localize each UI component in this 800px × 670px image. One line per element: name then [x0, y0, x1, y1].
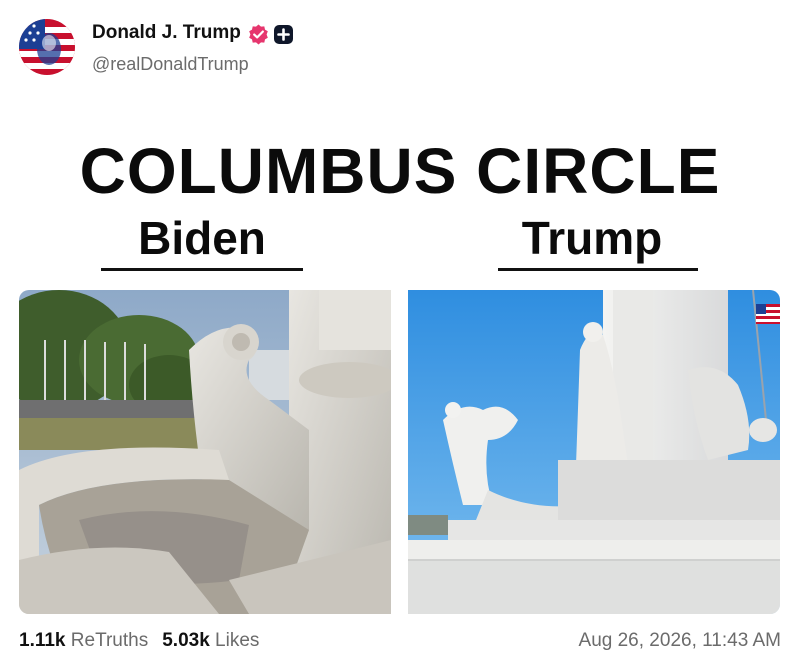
left-label-underline: [101, 268, 303, 271]
post-headline: COLUMBUS CIRCLE: [79, 135, 721, 207]
plus-badge-icon: [273, 24, 294, 50]
right-label-underline: [498, 268, 698, 271]
right-column-label: Trump: [521, 212, 663, 264]
retruths-label: ReTruths: [70, 630, 149, 651]
right-photo-restored-fountain[interactable]: [408, 290, 780, 614]
retruths-link[interactable]: 1.11k ReTruths: [19, 630, 148, 651]
likes-label: Likes: [215, 630, 260, 651]
author-name[interactable]: Donald J. Trump: [92, 22, 241, 44]
post-stats: 1.11k ReTruths 5.03k Likes: [19, 630, 259, 652]
left-column-label: Biden: [138, 212, 266, 264]
author-handle[interactable]: @realDonaldTrump: [92, 54, 249, 75]
likes-link[interactable]: 5.03k Likes: [162, 630, 259, 651]
post-timestamp[interactable]: Aug 26, 2026, 11:43 AM: [579, 630, 781, 652]
retruths-count: 1.11k: [19, 630, 66, 651]
left-photo-dry-fountain[interactable]: [19, 290, 391, 614]
avatar[interactable]: [19, 19, 75, 75]
badges: [248, 24, 294, 50]
likes-count: 5.03k: [162, 630, 210, 651]
verified-badge-icon: [248, 24, 269, 50]
